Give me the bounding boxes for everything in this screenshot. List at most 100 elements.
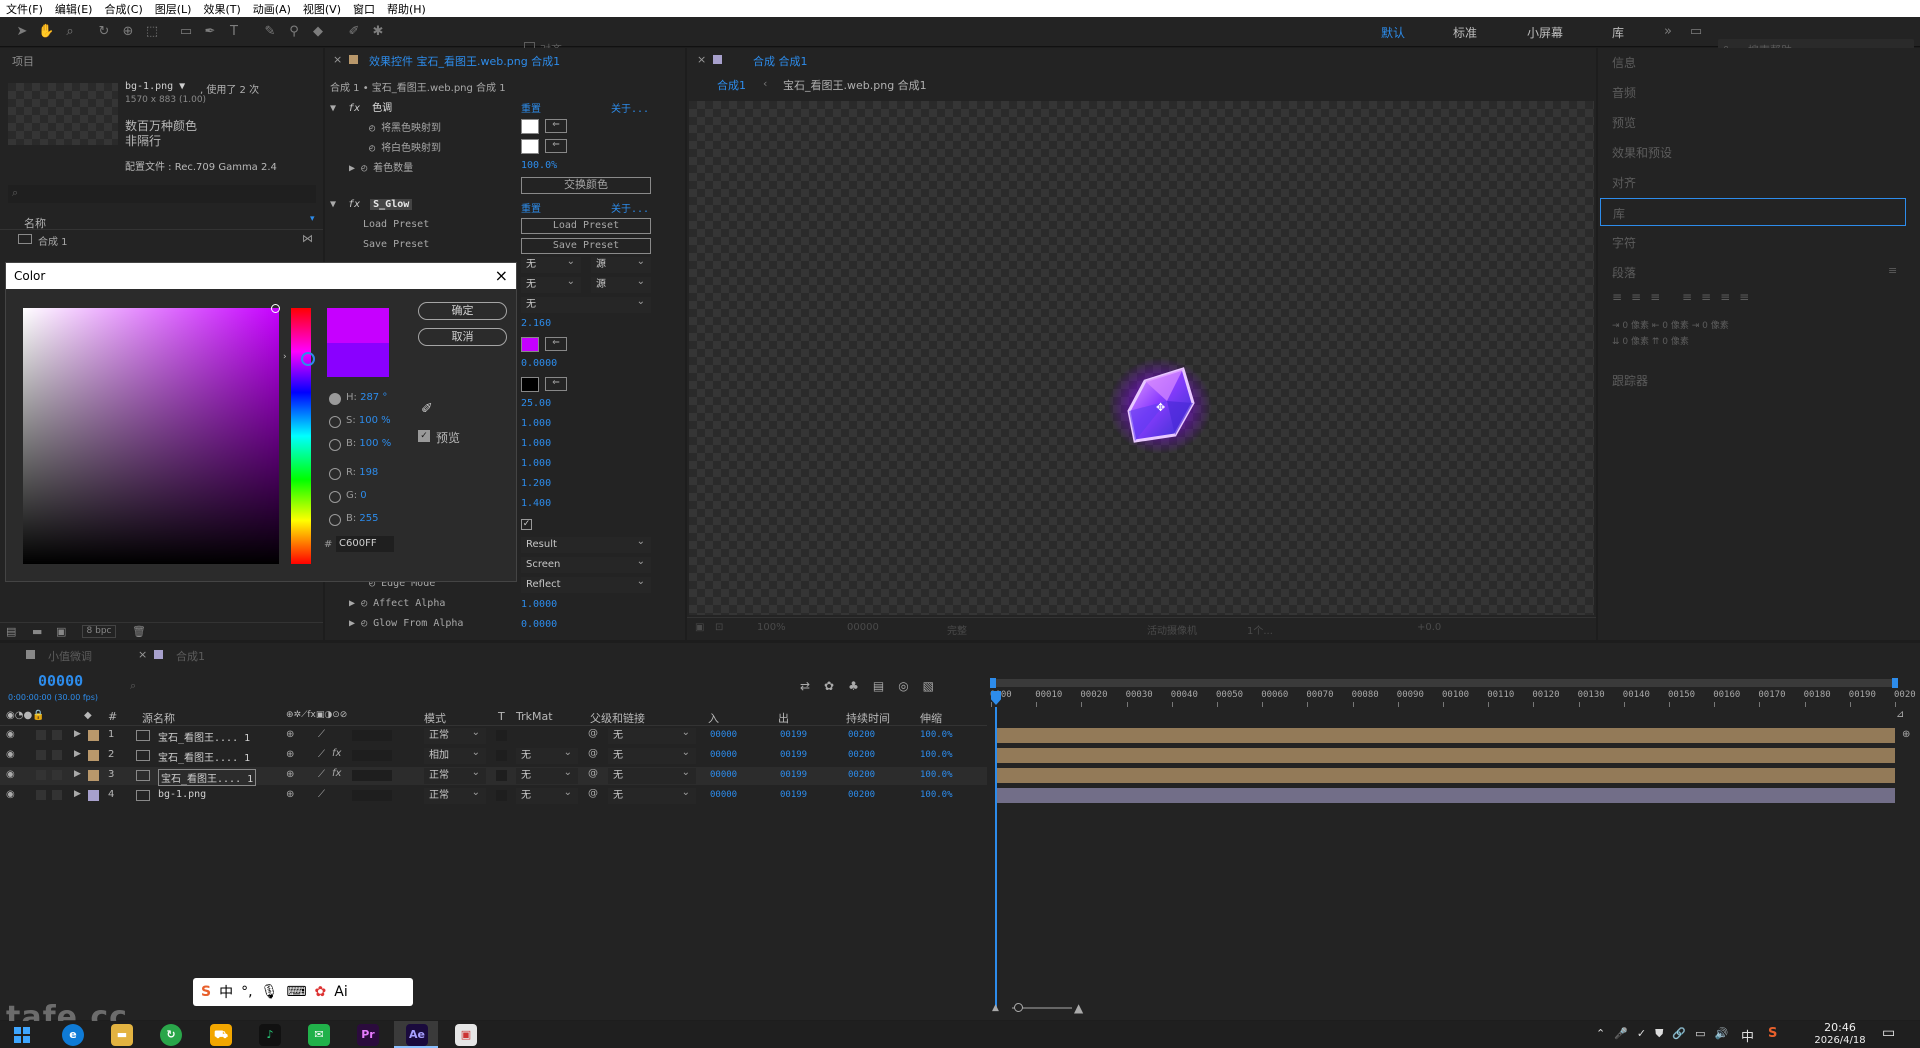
- stopwatch-icon[interactable]: ◴: [361, 163, 367, 174]
- zoom-slider-handle[interactable]: [1014, 1003, 1023, 1012]
- layer-name[interactable]: 宝石_看图王.... 1: [158, 749, 250, 764]
- lock-toggle[interactable]: [52, 750, 62, 760]
- workspace-small-screen[interactable]: 小屏幕: [1527, 24, 1563, 41]
- comp-breadcrumb-2[interactable]: 宝石_看图王.web.png 合成1: [783, 77, 927, 93]
- eyedropper-icon[interactable]: ✐: [421, 401, 433, 417]
- panel-tracker[interactable]: 跟踪器: [1612, 372, 1648, 389]
- lock-toggle[interactable]: [52, 790, 62, 800]
- camera-tool-icon[interactable]: ⊕: [120, 24, 136, 40]
- menu-layer[interactable]: 图层(L): [149, 1, 198, 17]
- system-tray-icons[interactable]: ⌃🎤✓⛊🔗▭🔊: [1596, 1027, 1737, 1041]
- notification-icon[interactable]: ▭: [1882, 1025, 1895, 1041]
- fx-tint-reset[interactable]: 重置: [521, 100, 541, 115]
- type-tool-icon[interactable]: T: [226, 24, 242, 40]
- ime-punctuation[interactable]: °,: [241, 984, 252, 1000]
- saturation-brightness-field[interactable]: [23, 304, 280, 564]
- clock-date[interactable]: 2026/4/18: [1806, 1035, 1874, 1046]
- glow-value-7[interactable]: 1.200: [521, 478, 551, 489]
- close-icon[interactable]: ×: [138, 648, 147, 661]
- app-orange-icon[interactable]: ⛟: [210, 1024, 232, 1046]
- close-icon[interactable]: ×: [495, 263, 508, 289]
- menu-composition[interactable]: 合成(C): [98, 1, 148, 17]
- flowchart-icon[interactable]: ⋈: [302, 232, 313, 245]
- preview-checkbox[interactable]: ✓: [418, 430, 430, 442]
- glow-value-6[interactable]: 1.000: [521, 458, 551, 469]
- panel-paragraph[interactable]: 段落: [1612, 264, 1636, 281]
- av-switches-icon[interactable]: ◉◔●🔒: [6, 710, 45, 721]
- layer-duration-bar[interactable]: [995, 748, 1895, 763]
- fx-switch-icon[interactable]: fx: [332, 768, 341, 779]
- new-folder-icon[interactable]: ▬: [32, 625, 42, 638]
- edge-browser-icon[interactable]: e: [62, 1024, 84, 1046]
- layer-in-point[interactable]: 00000: [710, 730, 737, 740]
- composition-viewer[interactable]: ✥: [689, 101, 1594, 615]
- playhead-line[interactable]: [995, 707, 997, 1007]
- glow-value-2[interactable]: 0.0000: [521, 358, 557, 369]
- project-tab[interactable]: 项目: [12, 53, 34, 73]
- layer-switches-icons[interactable]: ⊕✲⟋fx▣◑⊙⊘: [286, 710, 347, 720]
- glow-value-8[interactable]: 1.400: [521, 498, 551, 509]
- layer-out-point[interactable]: 00199: [780, 730, 807, 740]
- sogou-icon[interactable]: S: [201, 984, 211, 1000]
- camera-dropdown[interactable]: 活动摄像机: [1147, 622, 1197, 637]
- panel-library-active[interactable]: 库: [1600, 198, 1906, 226]
- asset-name[interactable]: bg-1.png ▼: [125, 81, 185, 92]
- layer-name[interactable]: bg-1.png: [158, 789, 206, 800]
- panel-info[interactable]: 信息: [1612, 54, 1636, 71]
- project-search[interactable]: ⌕: [8, 185, 316, 203]
- space-before-value[interactable]: 0 像素: [1622, 337, 1649, 347]
- layer-duration-bar[interactable]: [995, 728, 1895, 743]
- menu-file[interactable]: 文件(F): [0, 1, 49, 17]
- layer-label-color[interactable]: [88, 750, 99, 761]
- always-preview-icon[interactable]: ▣: [695, 622, 704, 633]
- zoom-out-icon[interactable]: ▲: [992, 1003, 999, 1013]
- panel-effects-presets[interactable]: 效果和预设: [1612, 144, 1672, 161]
- ime-indicator[interactable]: 中: [1741, 1026, 1754, 1045]
- glow-mode-dropdown[interactable]: 无: [521, 294, 651, 313]
- panel-audio[interactable]: 音频: [1612, 84, 1636, 101]
- expand-arrow-icon[interactable]: ▶: [74, 769, 81, 779]
- menu-effect[interactable]: 效果(T): [197, 1, 246, 17]
- quality-switch-icon[interactable]: ⟋: [318, 729, 325, 740]
- menu-edit[interactable]: 编辑(E): [49, 1, 99, 17]
- hue-value[interactable]: 287 °: [360, 392, 387, 403]
- layer-in-point[interactable]: 00000: [710, 770, 737, 780]
- radio-hue[interactable]: [329, 393, 341, 405]
- trash-icon[interactable]: 🗑: [132, 625, 146, 638]
- layer-duration[interactable]: 00200: [848, 790, 875, 800]
- result-dropdown[interactable]: Result: [521, 534, 651, 553]
- radio-blue[interactable]: [329, 514, 341, 526]
- quality-switch-icon[interactable]: ⟋: [318, 749, 325, 760]
- indent-left-value[interactable]: 0 像素: [1622, 321, 1649, 331]
- layer-duration-bar[interactable]: [995, 768, 1895, 783]
- work-area-start-handle[interactable]: [990, 678, 996, 688]
- stopwatch-icon[interactable]: ◴: [369, 143, 375, 154]
- pan-behind-tool-icon[interactable]: ⬚: [144, 24, 160, 40]
- layer-switch-boxes[interactable]: [352, 730, 392, 741]
- composition-tab[interactable]: 合成 合成1: [753, 53, 808, 69]
- radio-red[interactable]: [329, 468, 341, 480]
- layer-out-point[interactable]: 00199: [780, 790, 807, 800]
- hue-slider-handle[interactable]: [301, 352, 315, 366]
- pen-tool-icon[interactable]: ✒: [202, 24, 218, 40]
- hue-slider-left-arrow-icon[interactable]: ›: [283, 352, 287, 362]
- glow-source-dropdown-2[interactable]: 源: [591, 254, 651, 273]
- layer-mode-dropdown[interactable]: 正常: [424, 725, 486, 744]
- visibility-eye-icon[interactable]: ◉: [6, 729, 15, 740]
- windows-start-icon[interactable]: [14, 1027, 30, 1043]
- layer-in-point[interactable]: 00000: [710, 790, 737, 800]
- premiere-pro-icon[interactable]: Pr: [357, 1024, 379, 1046]
- column-name[interactable]: 名称: [24, 215, 46, 231]
- preserve-transparency-toggle[interactable]: [496, 790, 507, 801]
- work-area-end-handle[interactable]: [1892, 678, 1898, 688]
- indent-first-value[interactable]: 0 像素: [1702, 321, 1729, 331]
- layer-duration[interactable]: 00200: [848, 730, 875, 740]
- selection-tool-icon[interactable]: ➤: [14, 24, 30, 40]
- stopwatch-icon[interactable]: ◴: [361, 598, 367, 609]
- brightness-value[interactable]: 100 %: [359, 438, 391, 449]
- quality-switch-icon[interactable]: ⟋: [318, 769, 325, 780]
- eraser-tool-icon[interactable]: ◆: [310, 24, 326, 40]
- tint-amount-value[interactable]: 100.0%: [521, 160, 557, 171]
- close-icon[interactable]: ×: [697, 53, 706, 66]
- color-field-cursor[interactable]: [271, 304, 280, 313]
